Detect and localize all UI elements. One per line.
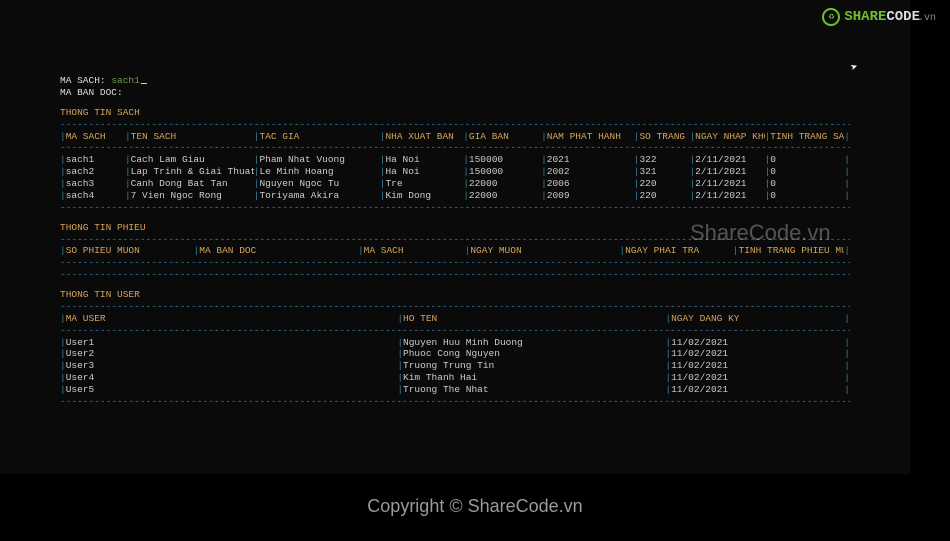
- col-giaban: GIA BAN: [469, 131, 541, 143]
- sach-header: |MA SACH |TEN SACH |TAC GIA |NHA XUAT BA…: [60, 131, 850, 143]
- table-row: |sach1|Cach Lam Giau|Pham Nhat Vuong|Ha …: [60, 154, 850, 166]
- divider: ----------------------------------------…: [60, 269, 850, 281]
- col-tensach: TEN SACH: [131, 131, 254, 143]
- user-header: |MA USER |HO TEN |NGAY DANG KY |: [60, 313, 850, 325]
- table-row: |User4|Kim Thanh Hai|11/02/2021|: [60, 372, 850, 384]
- col-mauser: MA USER: [66, 313, 398, 325]
- col-tacgia: TAC GIA: [259, 131, 379, 143]
- table-row: |User2|Phuoc Cong Nguyen|11/02/2021|: [60, 348, 850, 360]
- phieu-header: |SO PHIEU MUON |MA BAN DOC |MA SACH |NGA…: [60, 245, 850, 257]
- divider: ----------------------------------------…: [60, 119, 850, 131]
- logo-share: SHARE: [844, 9, 886, 25]
- text-cursor: [141, 83, 147, 84]
- divider: ----------------------------------------…: [60, 325, 850, 337]
- col-ngaynhap: NGAY NHAP KHO: [695, 131, 764, 143]
- col-tinhtrang: TINH TRANG SACH: [770, 131, 844, 143]
- divider: ----------------------------------------…: [60, 202, 850, 214]
- sharecode-logo: ♻ SHARECODE.vn: [822, 8, 936, 26]
- divider: ----------------------------------------…: [60, 396, 850, 408]
- logo-vn: .vn: [918, 13, 936, 24]
- table-row: |sach4|7 Vien Ngoc Rong|Toriyama Akira|K…: [60, 190, 850, 202]
- table-row: |sach2|Lap Trinh & Giai Thuat|Le Minh Ho…: [60, 166, 850, 178]
- col-tinhtrangphieu: TINH TRANG PHIEU MUON: [739, 245, 845, 257]
- table-row: |User5|Truong The Nhat|11/02/2021|: [60, 384, 850, 396]
- divider: ----------------------------------------…: [60, 234, 850, 246]
- col-ngaytra: NGAY PHAI TRA: [625, 245, 733, 257]
- col-sotrang: SO TRANG: [639, 131, 689, 143]
- prompt-masach[interactable]: MA SACH: sach1: [60, 75, 850, 87]
- section-title-phieu: THONG TIN PHIEU: [60, 222, 850, 234]
- divider: ----------------------------------------…: [60, 301, 850, 313]
- col-nxb: NHA XUAT BAN: [385, 131, 463, 143]
- table-row: |sach3|Canh Dong Bat Tan|Nguyen Ngoc Tu|…: [60, 178, 850, 190]
- table-row: |User3|Truong Trung Tin|11/02/2021|: [60, 360, 850, 372]
- divider: ----------------------------------------…: [60, 142, 850, 154]
- col-masach: MA SACH: [66, 131, 125, 143]
- masach-value: sach1: [111, 75, 140, 86]
- section-title-user: THONG TIN USER: [60, 289, 850, 301]
- col-ngaydangky: NGAY DANG KY: [671, 313, 844, 325]
- col-nam: NAM PHAT HANH: [547, 131, 634, 143]
- logo-code: CODE: [886, 9, 920, 25]
- col-masach: MA SACH: [364, 245, 465, 257]
- masach-label: MA SACH:: [60, 75, 111, 86]
- section-title-sach: THONG TIN SACH: [60, 107, 850, 119]
- col-ngaymuon: NGAY MUON: [470, 245, 619, 257]
- mabandoc-label: MA BAN DOC:: [60, 87, 123, 98]
- col-mabandoc: MA BAN DOC: [199, 245, 358, 257]
- col-sophieu: SO PHIEU MUON: [66, 245, 194, 257]
- footer-copyright: Copyright © ShareCode.vn: [0, 496, 950, 517]
- user-body: |User1|Nguyen Huu Minh Duong|11/02/2021|…: [60, 337, 850, 396]
- console-window: MA SACH: sach1 MA BAN DOC: THONG TIN SAC…: [0, 0, 910, 474]
- divider: ----------------------------------------…: [60, 257, 850, 269]
- prompt-mabandoc[interactable]: MA BAN DOC:: [60, 87, 850, 99]
- recycle-icon: ♻: [822, 8, 840, 26]
- table-row: |User1|Nguyen Huu Minh Duong|11/02/2021|: [60, 337, 850, 349]
- col-hoten: HO TEN: [403, 313, 665, 325]
- sach-body: |sach1|Cach Lam Giau|Pham Nhat Vuong|Ha …: [60, 154, 850, 202]
